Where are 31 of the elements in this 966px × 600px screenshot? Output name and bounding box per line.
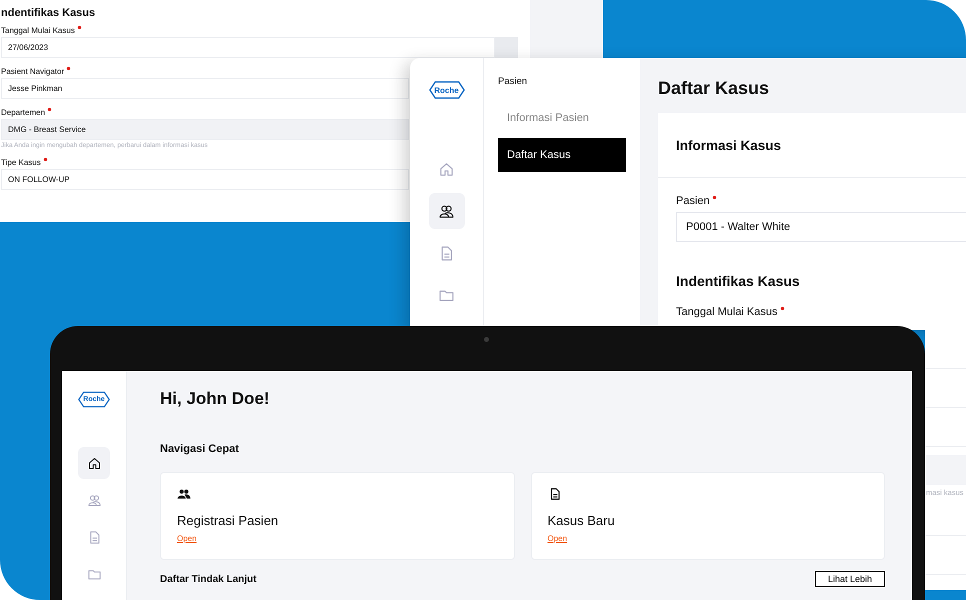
field-label: Tanggal Mulai Kasus (676, 306, 778, 319)
page-title: Daftar Kasus (658, 78, 770, 99)
camera-icon (484, 337, 489, 342)
field-label: Tipe Kasus (1, 157, 41, 168)
field-label: Pasient Navigator (1, 66, 64, 77)
section-title: Navigasi Cepat (160, 443, 240, 455)
card-title: Informasi Kasus (658, 113, 966, 178)
home-nav-icon[interactable] (78, 447, 110, 479)
subnav-item[interactable]: Informasi Pasien (498, 101, 626, 135)
quick-nav-card[interactable]: Kasus Baru Open (530, 472, 885, 560)
input-field[interactable]: 27/06/2023 (1, 37, 495, 58)
section-title: Daftar Tindak Lanjut (160, 574, 256, 584)
input-field[interactable]: ON FOLLOW-UP (1, 169, 409, 190)
logo: Roche (428, 80, 464, 100)
card-title: Registrasi Pasien (177, 513, 278, 528)
input-field[interactable]: Jesse Pinkman (1, 78, 409, 99)
subnav-heading: Pasien (498, 76, 528, 87)
people-nav-icon[interactable] (428, 193, 464, 229)
see-more-button[interactable]: Lihat Lebih (814, 571, 885, 587)
field-label: Pasien (676, 195, 710, 208)
field-label: Departemen (1, 107, 46, 118)
people-icon (177, 487, 191, 501)
subnav-item[interactable]: Daftar Kasus (498, 138, 626, 172)
input-field[interactable]: P0001 - Walter White (676, 212, 966, 242)
quick-nav-card[interactable]: Registrasi Pasien Open (160, 472, 514, 560)
section-title: Indentifikas Kasus (676, 273, 801, 289)
greeting: Hi, John Doe! (160, 389, 271, 409)
section-title: ndentifikas Kasus (1, 7, 96, 20)
card-title: Kasus Baru (548, 513, 615, 528)
input-field[interactable] (925, 455, 966, 485)
field-label: Tanggal Mulai Kasus (1, 25, 75, 36)
